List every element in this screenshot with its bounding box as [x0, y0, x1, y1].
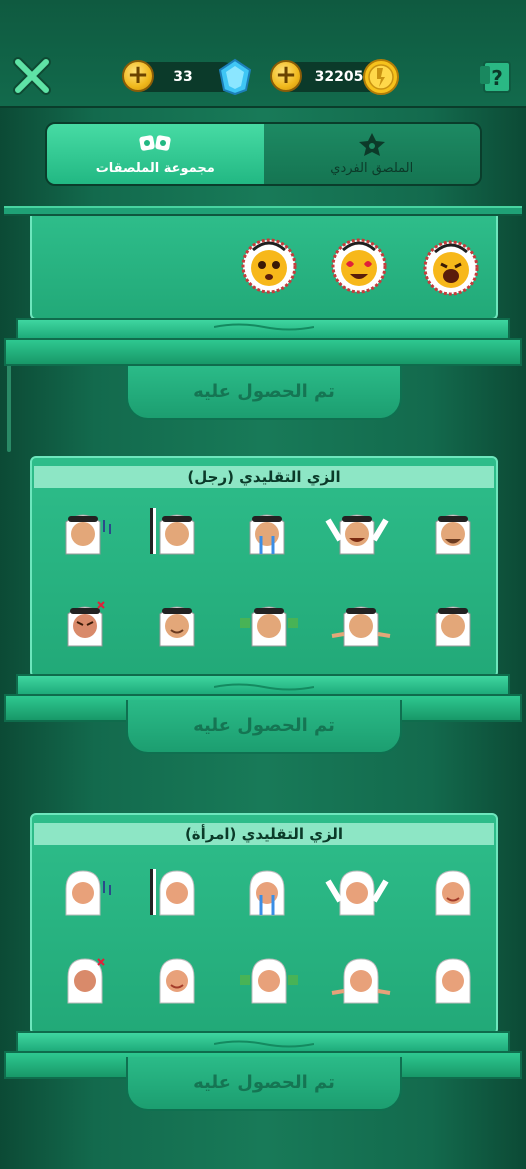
sticker-man-music[interactable]	[58, 506, 118, 556]
pack-status-label: تم الحصول عليه	[126, 1057, 402, 1111]
sticker-man-angry[interactable]	[60, 598, 110, 648]
ornament-icon	[214, 683, 314, 691]
sticker-man-kiss[interactable]	[428, 598, 478, 648]
sticker-man-money[interactable]	[330, 598, 392, 648]
sticker-woman-crying[interactable]	[242, 867, 292, 917]
pack-status-label: تم الحصول عليه	[126, 366, 402, 420]
sticker-man-wink[interactable]	[428, 506, 478, 556]
tab-label: مجموعة الملصقات	[95, 161, 215, 176]
pack-title: الزي التقليدي (امرأة)	[34, 823, 494, 845]
tab-label: الملصق الفردي	[330, 161, 414, 176]
sticker-man-money-hands[interactable]	[238, 598, 300, 648]
ornament-icon	[214, 1040, 314, 1048]
sticker-woman-kiss[interactable]	[428, 955, 478, 1005]
sticker-man-smile[interactable]	[152, 598, 202, 648]
help-icon[interactable]: ?	[480, 60, 512, 94]
sticker-man-crying[interactable]	[242, 506, 292, 556]
shelf-bottom	[4, 338, 522, 366]
sticker-man-peeking[interactable]	[150, 506, 200, 556]
tab-sticker-collections[interactable]: مجموعة الملصقات	[47, 124, 264, 184]
tab-bar: مجموعة الملصقات الملصق الفردي	[45, 122, 482, 186]
sticker-man-cheering[interactable]	[324, 506, 390, 556]
sticker-pack-traditional-woman[interactable]: الزي التقليدي (امرأة) تم الحصول عليه	[4, 813, 522, 1125]
coin-icon	[363, 59, 399, 95]
svg-text:?: ?	[491, 66, 503, 90]
sticker-woman-smile[interactable]	[152, 955, 202, 1005]
sticker-pack-emoji[interactable]: تم الحصول عليه	[4, 216, 522, 420]
sticker-woman-cheering[interactable]	[324, 867, 390, 917]
sticker-emoji-heart-eyes[interactable]	[330, 234, 388, 296]
sticker-woman-money[interactable]	[330, 955, 392, 1005]
pack-title: الزي التقليدي (رجل)	[34, 466, 494, 488]
divider	[4, 206, 522, 216]
close-icon[interactable]	[12, 56, 52, 96]
sticker-emoji-worried[interactable]	[239, 234, 299, 296]
top-bar	[0, 0, 526, 108]
sticker-woman-wink[interactable]	[428, 867, 478, 917]
sticker-pack-traditional-man[interactable]: الزي التقليدي (رجل) تم الحصول عليه	[4, 456, 522, 768]
sticker-woman-music[interactable]	[58, 867, 118, 917]
sticker-woman-peeking[interactable]	[150, 867, 200, 917]
sticker-emoji-yelling[interactable]	[423, 236, 479, 296]
pack-status-label: تم الحصول عليه	[126, 700, 402, 754]
ornament-icon	[214, 323, 314, 331]
sticker-woman-money-hands[interactable]	[238, 955, 300, 1005]
sticker-woman-angry[interactable]	[60, 955, 110, 1005]
gem-icon	[218, 58, 252, 96]
stickers-icon	[139, 135, 171, 151]
star-icon	[358, 133, 385, 156]
tab-single-sticker[interactable]: الملصق الفردي	[263, 124, 480, 184]
